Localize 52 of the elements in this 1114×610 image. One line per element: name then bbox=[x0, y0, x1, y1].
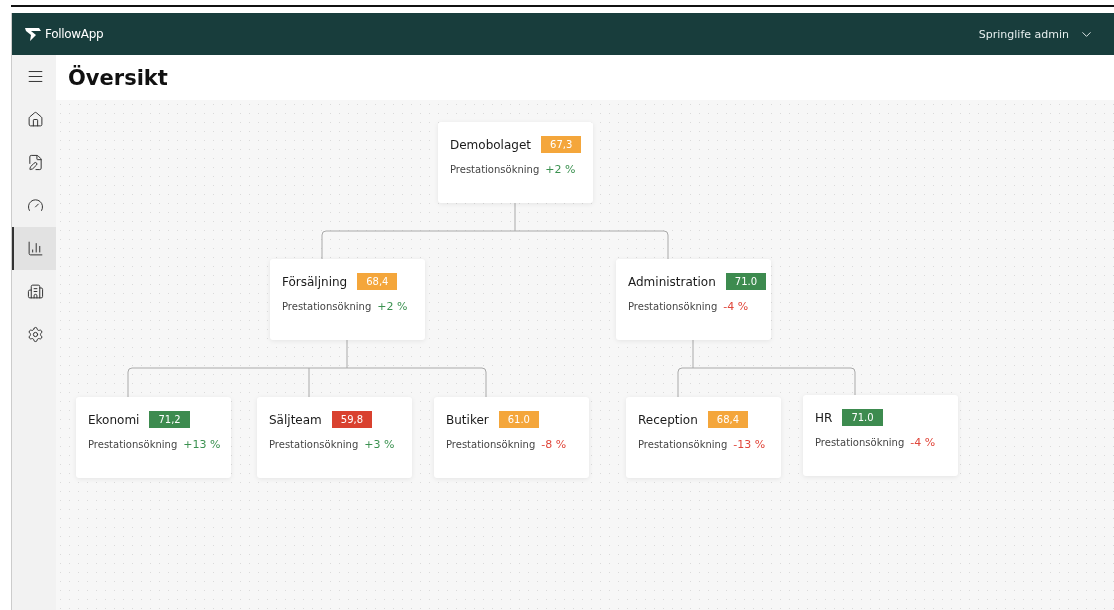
node-name: HR bbox=[815, 410, 833, 425]
node-card[interactable]: Reception 68,4 Prestationsökning -13 % bbox=[626, 397, 781, 478]
metric-label: Prestationsökning bbox=[269, 439, 359, 450]
change-value: +3 % bbox=[364, 438, 395, 451]
app-logo: FollowApp bbox=[45, 27, 104, 41]
change-value: -4 % bbox=[723, 300, 749, 313]
page-title: Översikt bbox=[68, 65, 168, 90]
node-name: Administration bbox=[628, 274, 716, 289]
metric-label: Prestationsökning bbox=[815, 437, 905, 448]
settings-icon bbox=[26, 326, 44, 343]
building-icon bbox=[26, 283, 44, 300]
node-name: Säljteam bbox=[269, 412, 322, 427]
change-value: +13 % bbox=[183, 438, 221, 451]
change-value: +2 % bbox=[545, 163, 576, 176]
score-value: 68,4 bbox=[357, 273, 398, 290]
change-value: -4 % bbox=[910, 436, 936, 449]
metric-label: Prestationsökning bbox=[450, 164, 540, 175]
node-name: Reception bbox=[638, 412, 698, 427]
score-value: 71.0 bbox=[725, 273, 767, 290]
change-value: -8 % bbox=[541, 438, 567, 451]
node-card[interactable]: Butiker 61.0 Prestationsökning -8 % bbox=[434, 397, 589, 478]
score-value: 61.0 bbox=[498, 411, 539, 428]
node-card[interactable]: HR 71.0 Prestationsökning -4 % bbox=[803, 395, 958, 476]
node-name: Demobolaget bbox=[450, 137, 531, 152]
metric-label: Prestationsökning bbox=[446, 439, 536, 450]
score-value: 71,2 bbox=[149, 411, 190, 428]
metric-label: Prestationsökning bbox=[628, 301, 718, 312]
sidebar-item[interactable] bbox=[12, 227, 56, 270]
change-value: +2 % bbox=[377, 300, 408, 313]
score-value: 59,8 bbox=[331, 411, 373, 428]
metric-label: Prestationsökning bbox=[282, 301, 372, 312]
user-menu-button[interactable]: Springlife admin bbox=[972, 25, 1100, 43]
node-card[interactable]: Ekonomi 71,2 Prestationsökning +13 % bbox=[76, 397, 231, 478]
home-icon bbox=[26, 111, 44, 128]
menu-icon bbox=[26, 68, 44, 85]
metric-label: Prestationsökning bbox=[88, 439, 178, 450]
node-card[interactable]: Säljteam 59,8 Prestationsökning +3 % bbox=[257, 397, 412, 478]
node-name: Butiker bbox=[446, 412, 489, 427]
document-pen-icon bbox=[26, 154, 44, 171]
node-name: Försäljning bbox=[282, 274, 348, 289]
score-value: 67,3 bbox=[541, 136, 582, 153]
metric-label: Prestationsökning bbox=[638, 439, 728, 450]
gauge-icon bbox=[26, 197, 44, 214]
logo-icon bbox=[24, 26, 42, 42]
node-card[interactable]: Försäljning 68,4 Prestationsökning +2 % bbox=[270, 259, 425, 340]
node-card[interactable]: Administration 71.0 Prestationsökning -4 % bbox=[616, 259, 771, 340]
node-card[interactable]: Demobolaget 67,3 Prestationsökning +2 % bbox=[438, 122, 593, 203]
bar-chart-icon bbox=[26, 240, 44, 257]
node-name: Ekonomi bbox=[88, 412, 140, 427]
score-value: 68,4 bbox=[707, 411, 749, 428]
score-value: 71.0 bbox=[842, 409, 883, 426]
change-value: -13 % bbox=[733, 438, 766, 451]
